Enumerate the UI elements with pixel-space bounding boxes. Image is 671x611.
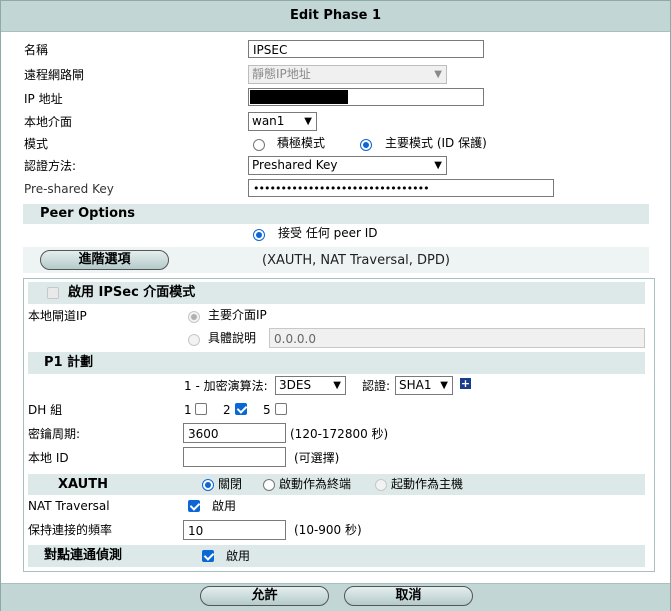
encryption-value: 3DES <box>279 378 312 392</box>
xauth-client-radio[interactable] <box>263 479 275 491</box>
ok-button[interactable]: 允許 <box>200 586 329 606</box>
local-id-label: 本地 ID <box>28 451 69 465</box>
remote-gateway-value: 靜態IP地址 <box>252 67 311 81</box>
dialog-footer <box>1 583 670 611</box>
local-interface-select[interactable]: wan1 ▼ <box>248 112 317 131</box>
chevron-down-icon: ▼ <box>434 69 442 80</box>
dh-group-label: DH 組 <box>28 403 63 417</box>
add-proposal-plus-icon[interactable]: + <box>460 378 471 389</box>
peer-options-header: Peer Options <box>40 206 136 221</box>
ipsec-interface-checkbox[interactable] <box>47 287 59 299</box>
remote-gateway-label: 遠程網路閘 <box>24 68 85 82</box>
edit-phase1-dialog: Edit Phase 1 名稱 IPSEC 遠程網路閘 靜態IP地址 ▼ IP … <box>0 0 671 611</box>
keylife-label: 密鑰周期: <box>28 427 81 441</box>
mode-aggressive-radio[interactable] <box>253 139 265 151</box>
auth-method-label: 認證方法: <box>24 159 77 173</box>
psk-input[interactable]: •••••••••••••••••••••••••••••••• <box>248 179 554 197</box>
keepalive-input[interactable]: 10 <box>183 520 286 540</box>
xauth-off-label: 關閉 <box>218 477 243 491</box>
chevron-down-icon: ▼ <box>333 380 341 391</box>
ip-address-label: IP 地址 <box>24 92 63 106</box>
nat-traversal-label: NAT Traversal <box>28 499 110 513</box>
xauth-server-radio[interactable] <box>375 479 387 491</box>
ipsec-interface-label: 啟用 IPSec 介面模式 <box>68 285 196 300</box>
keepalive-label: 保持連接的頻率 <box>28 523 113 537</box>
psk-label: Pre-shared Key <box>24 182 114 196</box>
nat-traversal-checkbox[interactable] <box>188 500 200 512</box>
local-gateway-label: 本地閘道IP <box>28 309 87 323</box>
mode-main-label: 主要模式 (ID 保護) <box>385 136 487 150</box>
authentication-value: SHA1 <box>399 378 432 392</box>
dh-group-2-label: 2 <box>223 403 231 417</box>
encryption-select[interactable]: 3DES ▼ <box>275 376 346 395</box>
keylife-input[interactable]: 3600 <box>183 423 286 443</box>
name-input[interactable]: IPSEC <box>248 40 484 58</box>
local-id-hint: (可選擇) <box>294 451 340 465</box>
xauth-off-radio[interactable] <box>202 479 214 491</box>
accept-any-peer-label: 接受 任何 peer ID <box>278 226 378 240</box>
dialog-title: Edit Phase 1 <box>1 1 670 32</box>
xauth-client-label: 啟動作為終端 <box>279 477 352 491</box>
remote-gateway-select[interactable]: 靜態IP地址 ▼ <box>248 65 447 84</box>
local-interface-value: wan1 <box>252 114 285 128</box>
local-gateway-specify-radio[interactable] <box>188 334 200 346</box>
auth-method-value: Preshared Key <box>252 158 338 172</box>
local-gateway-specify-label: 具體說明 <box>208 331 257 345</box>
advanced-summary: (XAUTH, NAT Traversal, DPD) <box>262 253 450 268</box>
dh-group-1-label: 1 <box>184 403 192 417</box>
cancel-button[interactable]: 取消 <box>344 586 473 606</box>
local-id-input[interactable] <box>183 447 286 467</box>
dh-group-5-checkbox[interactable] <box>275 403 287 415</box>
ip-address-input[interactable] <box>248 88 484 106</box>
nat-traversal-enable-label: 啟用 <box>212 499 237 513</box>
dpd-enable-label: 啟用 <box>226 549 251 563</box>
local-gateway-main-radio[interactable] <box>188 311 200 323</box>
encryption-label: 1 - 加密演算法: <box>184 379 268 393</box>
redacted-ip-block <box>250 90 348 104</box>
keylife-range: (120-172800 秒) <box>290 427 389 441</box>
authentication-select[interactable]: SHA1 ▼ <box>395 376 453 395</box>
xauth-server-label: 起動作為主機 <box>391 477 464 491</box>
advanced-options-button[interactable]: 進階選項 <box>40 250 169 270</box>
local-gateway-main-label: 主要介面IP <box>208 308 267 322</box>
dh-group-1-checkbox[interactable] <box>195 403 207 415</box>
chevron-down-icon: ▼ <box>434 160 442 171</box>
local-interface-label: 本地介面 <box>24 115 73 129</box>
keepalive-range: (10-900 秒) <box>294 523 362 537</box>
name-label: 名稱 <box>24 43 49 57</box>
mode-label: 模式 <box>24 137 49 151</box>
dpd-header: 對點連通偵測 <box>44 548 123 563</box>
xauth-header: XAUTH <box>58 477 108 492</box>
accept-any-peer-radio[interactable] <box>253 229 265 241</box>
local-gateway-ip-input[interactable]: 0.0.0.0 <box>269 328 645 348</box>
p1-proposal-header: P1 計劃 <box>44 355 94 370</box>
dh-group-5-label: 5 <box>263 403 271 417</box>
chevron-down-icon: ▼ <box>440 380 448 391</box>
mode-main-radio[interactable] <box>360 139 372 151</box>
dpd-checkbox[interactable] <box>202 550 214 562</box>
chevron-down-icon: ▼ <box>304 116 312 127</box>
p1-proposal-band <box>28 352 645 374</box>
dh-group-2-checkbox[interactable] <box>235 403 247 415</box>
auth-method-select[interactable]: Preshared Key ▼ <box>248 156 447 175</box>
mode-aggressive-label: 積極模式 <box>277 136 326 150</box>
authentication-label: 認證: <box>362 379 391 393</box>
